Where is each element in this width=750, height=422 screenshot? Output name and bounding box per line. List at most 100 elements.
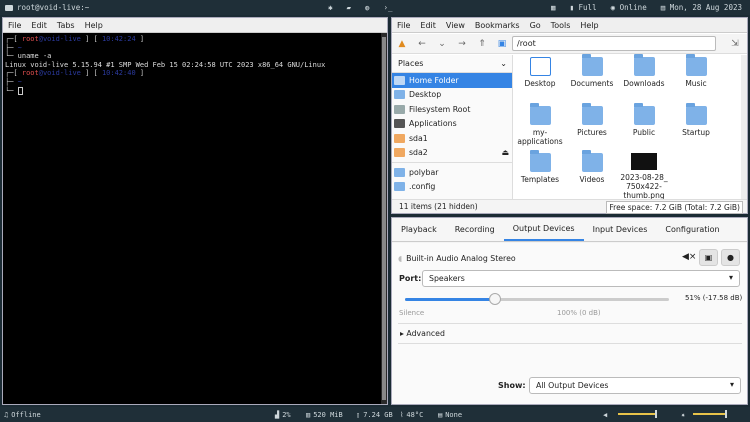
lock-button[interactable]: ▣ bbox=[699, 249, 718, 266]
terminal-window[interactable]: File Edit Tabs Help ┌─[ root@void-live ]… bbox=[2, 17, 388, 405]
file-item[interactable]: Pictures bbox=[566, 103, 618, 137]
menu-view[interactable]: View bbox=[446, 21, 465, 30]
eject-icon[interactable]: ⏏ bbox=[501, 148, 509, 157]
sidebar-item-filesystem[interactable]: Filesystem Root bbox=[392, 102, 512, 117]
check-icon: ● bbox=[727, 253, 734, 262]
terminal-scrollbar[interactable] bbox=[381, 33, 387, 404]
tab-configuration[interactable]: Configuration bbox=[656, 218, 728, 241]
memory-icon: ▥ bbox=[306, 410, 311, 419]
top-panel: root@void-live:~ ✱ ▰ ◍ ›_ ▦ ▮ Full ◉ Onl… bbox=[0, 0, 750, 15]
sidebar-item-sda1[interactable]: sda1 bbox=[392, 131, 512, 146]
prompt-line-2: ┌─[ root@void-live ] [ 10:42:40 ] bbox=[5, 69, 145, 78]
scroll-thumb[interactable] bbox=[382, 37, 386, 400]
file-item[interactable]: Documents bbox=[566, 54, 618, 88]
brightness-bar-knob[interactable] bbox=[724, 410, 727, 418]
sidebar-item-polybar[interactable]: polybar bbox=[392, 165, 512, 180]
output-device-panel: ◖ Built-in Audio Analog Stereo ◀× ▣ ● Po… bbox=[392, 243, 747, 404]
chevron-down-icon[interactable]: ⌄ bbox=[432, 39, 452, 49]
file-item[interactable]: Startup bbox=[670, 103, 722, 137]
mpd-status[interactable]: ♫ Offline bbox=[4, 407, 41, 422]
sidebar-item-home[interactable]: Home Folder bbox=[392, 73, 512, 88]
path-bar[interactable]: /root bbox=[512, 36, 716, 51]
tab-output-devices[interactable]: Output Devices bbox=[503, 218, 584, 241]
up-icon[interactable]: ⇑ bbox=[472, 39, 492, 49]
tab-input-devices[interactable]: Input Devices bbox=[584, 218, 657, 241]
home-icon[interactable]: ▣ bbox=[492, 39, 512, 49]
menu-file[interactable]: File bbox=[8, 21, 21, 30]
folder-icon bbox=[394, 167, 405, 177]
file-item[interactable]: Desktop bbox=[514, 57, 566, 88]
device-name: Built-in Audio Analog Stereo bbox=[406, 253, 516, 263]
go-icon[interactable]: ⇲ bbox=[725, 39, 745, 49]
volume-slider[interactable] bbox=[405, 293, 669, 305]
fm-statusbar: 11 items (21 hidden) Free space: 7.2 GiB… bbox=[392, 199, 747, 214]
port-select[interactable]: Speakers ▾ bbox=[422, 270, 740, 287]
show-filter-select[interactable]: All Output Devices ▾ bbox=[529, 377, 741, 394]
menu-tools[interactable]: Tools bbox=[551, 21, 571, 30]
volume-bar[interactable] bbox=[618, 407, 671, 422]
terminal-menubar: File Edit Tabs Help bbox=[3, 18, 387, 33]
volume-control-window[interactable]: Playback Recording Output Devices Input … bbox=[391, 217, 748, 405]
file-item[interactable]: Music bbox=[670, 54, 722, 88]
folder-icon bbox=[633, 54, 655, 76]
menu-help[interactable]: Help bbox=[85, 21, 103, 30]
fm-scrollbar[interactable] bbox=[741, 55, 747, 199]
chevron-down-icon[interactable]: ⌄ bbox=[500, 59, 507, 68]
sidebar-item-sda2[interactable]: sda2 ⏏ bbox=[392, 146, 512, 161]
workspace-switcher[interactable]: ▦ bbox=[551, 3, 556, 12]
workspace-indicator[interactable] bbox=[5, 4, 13, 11]
volume-level-text: 51% (-17.58 dB) bbox=[685, 294, 743, 302]
file-item[interactable]: my- applications bbox=[514, 103, 566, 146]
file-item[interactable]: Downloads bbox=[618, 54, 670, 88]
file-item[interactable]: 2023-08-28_ 750x422- thumb.png bbox=[618, 153, 670, 200]
prompt-host-2: void-live bbox=[42, 69, 81, 78]
speaker-icon: ◖ bbox=[398, 253, 403, 263]
file-manager-window[interactable]: File Edit View Bookmarks Go Tools Help ▲… bbox=[391, 17, 748, 214]
music-note-icon: ♫ bbox=[4, 410, 9, 419]
brightness-bar[interactable] bbox=[693, 407, 746, 422]
folder-icon[interactable]: ▰ bbox=[347, 3, 352, 12]
tab-recording[interactable]: Recording bbox=[446, 218, 504, 241]
menu-help[interactable]: Help bbox=[580, 21, 598, 30]
sidebar-item-applications[interactable]: Applications bbox=[392, 117, 512, 132]
bluetooth-icon[interactable]: ✱ bbox=[328, 3, 333, 12]
prompt-time: 10:42:24 bbox=[101, 35, 136, 43]
applications-icon bbox=[394, 119, 405, 129]
divider bbox=[398, 343, 742, 344]
volume-slider-fill bbox=[405, 298, 495, 301]
globe-icon[interactable]: ◍ bbox=[365, 3, 370, 12]
terminal-screen[interactable]: ┌─[ root@void-live ] [ 10:42:24 ] ├─ ~ └… bbox=[3, 33, 381, 404]
drive-icon bbox=[394, 104, 405, 114]
menu-go[interactable]: Go bbox=[530, 21, 541, 30]
brightness-icon[interactable]: ✷ bbox=[681, 407, 685, 422]
file-item[interactable]: Public bbox=[618, 103, 670, 137]
file-item-label: Templates bbox=[520, 175, 560, 184]
tab-playback[interactable]: Playback bbox=[392, 218, 446, 241]
places-header[interactable]: Places ⌄ bbox=[392, 55, 512, 73]
prompt-user-2: root bbox=[21, 69, 39, 78]
menu-edit[interactable]: Edit bbox=[420, 21, 436, 30]
menu-file[interactable]: File bbox=[397, 21, 410, 30]
mute-icon[interactable]: ◀× bbox=[682, 252, 696, 262]
file-item[interactable]: Templates bbox=[514, 150, 566, 184]
advanced-expander[interactable]: ▸ Advanced bbox=[400, 329, 445, 338]
sidebar-item-desktop[interactable]: Desktop bbox=[392, 88, 512, 103]
volume-slider-handle[interactable] bbox=[488, 293, 501, 305]
volume-bar-knob[interactable] bbox=[655, 410, 658, 418]
volume-icon[interactable]: ◀ bbox=[603, 407, 607, 422]
forward-icon[interactable]: → bbox=[452, 39, 472, 49]
menu-tabs[interactable]: Tabs bbox=[57, 21, 75, 30]
menu-bookmarks[interactable]: Bookmarks bbox=[475, 21, 520, 30]
input-line: └─ bbox=[5, 86, 379, 96]
updates-status: ▤ None bbox=[438, 410, 463, 419]
default-button[interactable]: ● bbox=[721, 249, 740, 266]
desktop-folder-icon bbox=[529, 57, 551, 76]
back-icon[interactable]: ← bbox=[412, 39, 432, 49]
sidebar-item-config[interactable]: .config bbox=[392, 180, 512, 195]
file-item-label: Documents bbox=[570, 79, 614, 88]
menu-edit[interactable]: Edit bbox=[31, 21, 47, 30]
chevron-down-icon: ▾ bbox=[728, 273, 733, 282]
brightness-bar-fill bbox=[693, 413, 725, 415]
file-item[interactable]: Videos bbox=[566, 150, 618, 184]
terminal-icon[interactable]: ›_ bbox=[384, 3, 393, 12]
